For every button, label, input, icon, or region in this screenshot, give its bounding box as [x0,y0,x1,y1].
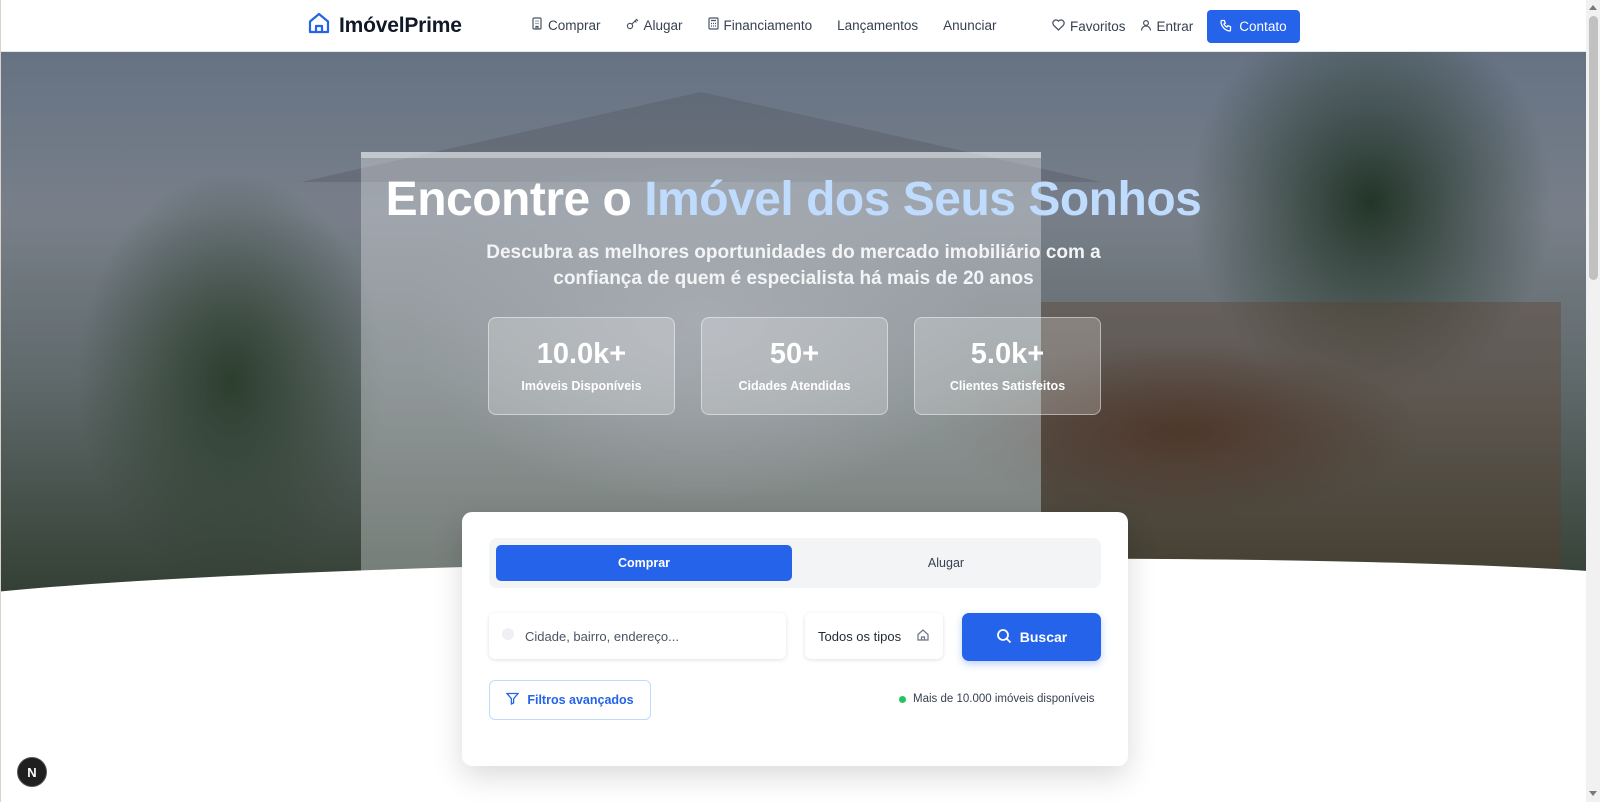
filter-icon [505,692,520,708]
logo[interactable]: ImóvelPrime [307,11,462,40]
scrollbar-thumb[interactable] [1589,16,1598,280]
scroll-down-arrow-icon[interactable] [1589,791,1597,796]
house-logo-icon [307,11,331,40]
stat-label: Imóveis Disponíveis [521,379,642,393]
page: ImóvelPrime Comprar Alugar Financiamento… [0,0,1600,802]
availability-text: Mais de 10.000 imóveis disponíveis [913,693,1095,705]
contact-button[interactable]: Contato [1207,10,1300,43]
nav-label: Alugar [643,17,683,33]
stat-card: 50+ Cidades Atendidas [701,317,888,415]
search-card: Comprar Alugar Todos os tipos Buscar Fil… [462,512,1128,766]
tab-comprar[interactable]: Comprar [496,545,792,581]
header-actions: Favoritos Entrar Contato [1052,10,1300,43]
nav-item-anunciar[interactable]: Anunciar [943,18,996,33]
stat-label: Clientes Satisfeitos [949,379,1066,393]
contact-label: Contato [1239,19,1287,34]
login-label: Entrar [1156,19,1194,34]
search-icon [996,628,1012,647]
search-submit-button[interactable]: Buscar [962,613,1101,661]
nav-item-alugar[interactable]: Alugar [626,18,683,33]
hero-title: Encontre o Imóvel dos Seus Sonhos [1,172,1586,227]
nav-label: Financiamento [723,17,813,33]
heart-icon [1052,19,1065,34]
stat-value: 50+ [769,338,820,370]
advanced-filters-label: Filtros avançados [527,693,634,707]
property-type-value: Todos os tipos [818,628,902,644]
advanced-filters-button[interactable]: Filtros avançados [489,680,651,720]
search-tabs: Comprar Alugar [489,538,1101,588]
nav-item-lancamentos[interactable]: Lançamentos [837,18,918,33]
location-pin-icon [501,627,515,646]
brand-name: ImóvelPrime [339,13,462,37]
scroll-up-arrow-icon[interactable] [1589,5,1597,10]
house-icon [916,628,930,645]
availability-note: Mais de 10.000 imóveis disponíveis [899,693,1095,705]
building-icon [531,17,543,33]
page-scrollbar[interactable] [1586,0,1600,802]
main-nav: Comprar Alugar Financiamento Lançamentos… [531,17,996,33]
user-icon [1140,19,1152,34]
hero-title-prefix: Encontre o [385,173,632,226]
stat-label: Cidades Atendidas [738,379,851,393]
key-icon [626,18,639,33]
nav-item-comprar[interactable]: Comprar [531,17,601,33]
nav-label: Anunciar [943,17,997,33]
favorites-label: Favoritos [1070,19,1126,34]
property-type-select[interactable]: Todos os tipos [805,613,943,659]
phone-icon [1220,19,1233,35]
favorites-link[interactable]: Favoritos [1052,19,1126,34]
location-search-field[interactable] [489,613,786,659]
nav-item-financiamento[interactable]: Financiamento [707,17,813,33]
site-header: ImóvelPrime Comprar Alugar Financiamento… [1,0,1586,52]
tab-alugar[interactable]: Alugar [798,545,1094,581]
stat-card: 10.0k+ Imóveis Disponíveis [488,317,675,415]
search-submit-label: Buscar [1019,629,1068,645]
status-dot-icon [899,695,906,703]
nav-label: Comprar [548,17,601,33]
hero-title-accent: Imóvel dos Seus Sonhos [644,173,1202,226]
stat-value: 10.0k+ [536,338,627,370]
hero-subtitle: Descubra as melhores oportunidades do me… [486,242,1101,289]
dev-tools-badge[interactable]: N [17,757,47,787]
stat-value: 5.0k+ [970,338,1045,370]
stats-row: 10.0k+ Imóveis Disponíveis 50+ Cidades A… [488,317,1101,415]
nav-label: Lançamentos [837,17,919,33]
stat-card: 5.0k+ Clientes Satisfeitos [914,317,1101,415]
login-link[interactable]: Entrar [1140,19,1194,34]
calculator-icon [707,17,719,33]
location-search-input[interactable] [525,628,765,644]
